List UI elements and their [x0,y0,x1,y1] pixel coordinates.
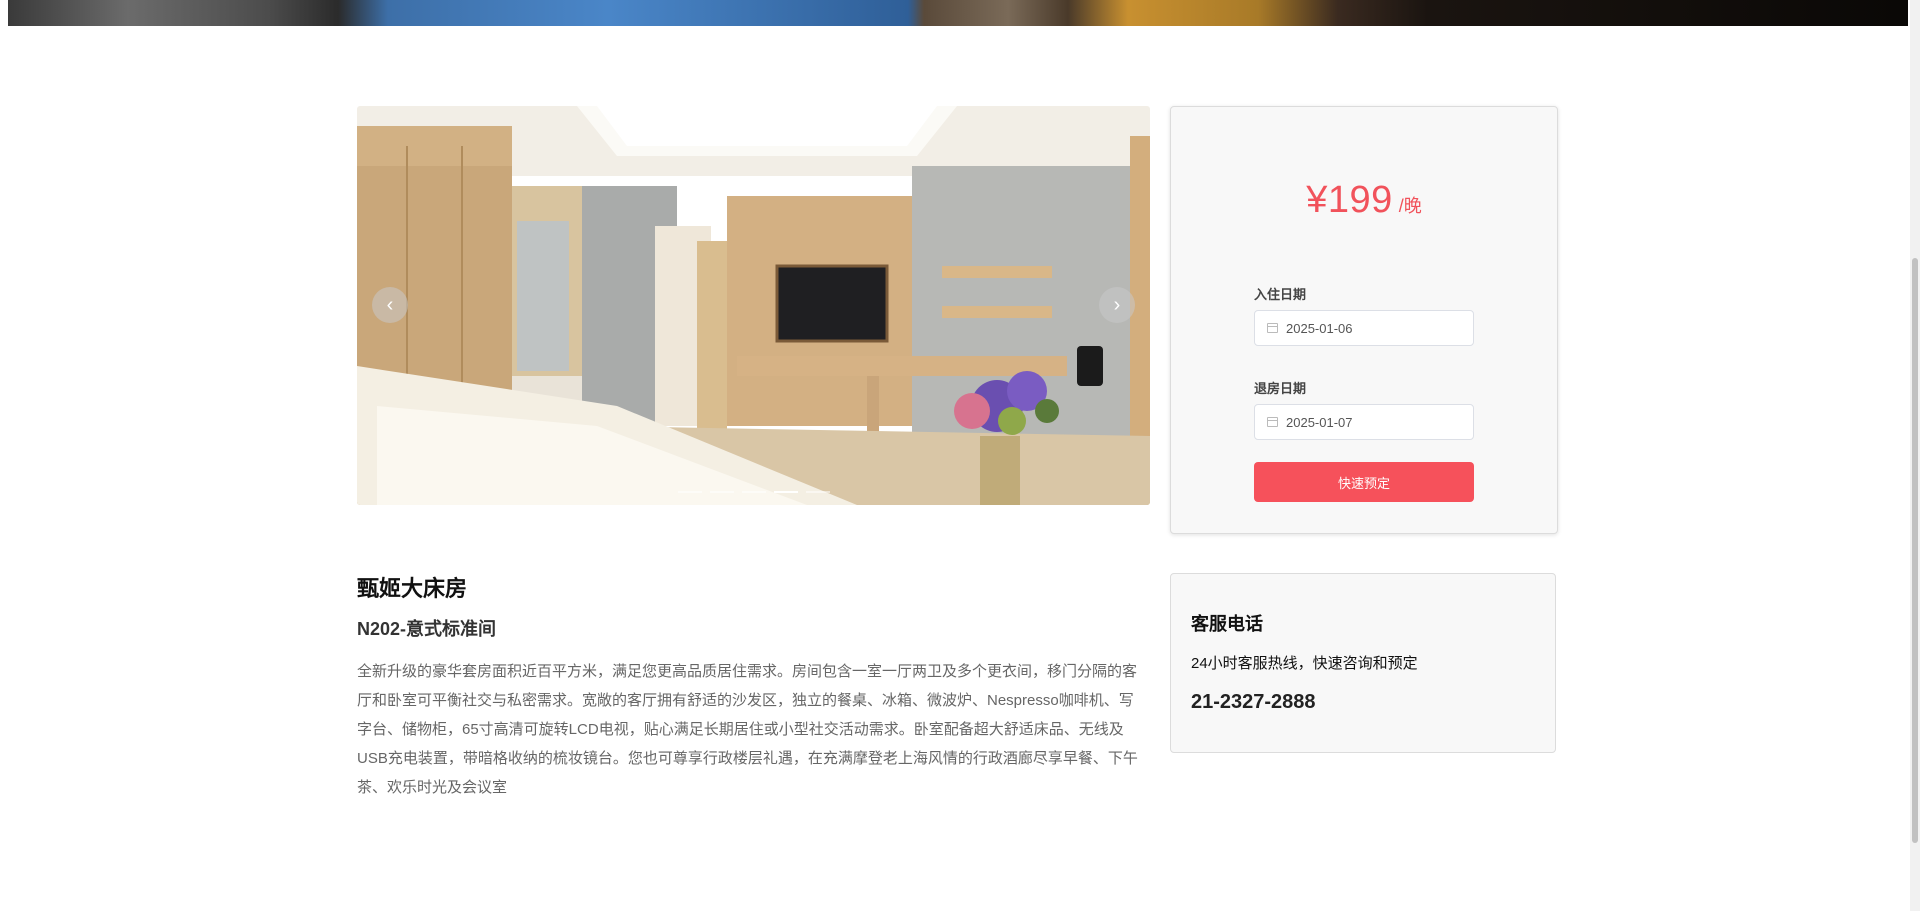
carousel-indicator-active[interactable] [773,491,798,493]
price: ¥199/晚 [1171,179,1557,222]
checkout-date-input[interactable]: 2025-01-07 [1254,404,1474,440]
carousel-prev-button[interactable]: ‹ [372,287,408,323]
checkin-date-value: 2025-01-06 [1286,320,1353,336]
price-unit: /晚 [1398,196,1422,216]
checkin-date-input[interactable]: 2025-01-06 [1254,310,1474,346]
checkin-label: 入住日期 [1254,287,1307,302]
quick-book-button[interactable]: 快速预定 [1254,462,1474,502]
checkout-date-value: 2025-01-07 [1286,414,1353,430]
carousel-indicator[interactable] [805,491,830,493]
scrollbar-thumb[interactable] [1912,258,1918,843]
service-subtitle: 24小时客服热线，快速咨询和预定 [1191,655,1418,672]
carousel-indicators [357,491,1150,493]
page: ‹ › ¥199/晚 入住日期 2025-01-06 退房日期 2025-01-… [0,0,1920,911]
service-title: 客服电话 [1191,614,1263,634]
carousel-indicator[interactable] [741,491,766,493]
carousel-next-button[interactable]: › [1099,287,1135,323]
calendar-icon [1267,417,1278,427]
carousel-indicator[interactable] [709,491,734,493]
room-image-carousel[interactable]: ‹ › [357,106,1150,505]
chevron-left-icon: ‹ [386,294,394,316]
room-code: N202-意式标准间 [357,619,497,639]
service-phone[interactable]: 21-2327-2888 [1191,691,1316,714]
carousel-indicator[interactable] [677,491,702,493]
room-name: 甄姬大床房 [357,576,468,601]
booking-card: ¥199/晚 入住日期 2025-01-06 退房日期 2025-01-07 快… [1170,106,1558,534]
price-amount: ¥199 [1306,179,1393,221]
calendar-icon [1267,323,1278,333]
room-description: 全新升级的豪华套房面积近百平方米，满足您更高品质居住需求。房间包含一室一厅两卫及… [357,663,1138,796]
scrollbar[interactable] [1910,0,1920,911]
room-photo [357,106,1150,505]
top-banner-image [8,0,1908,26]
checkout-label: 退房日期 [1254,381,1307,396]
chevron-right-icon: › [1113,294,1121,316]
customer-service-card: 客服电话 24小时客服热线，快速咨询和预定 21-2327-2888 [1170,573,1556,753]
